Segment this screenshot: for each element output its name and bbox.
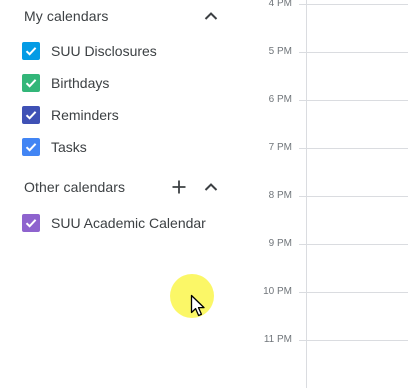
calendar-item-tasks[interactable]: Tasks xyxy=(22,135,252,159)
time-label: 9 PM xyxy=(268,238,292,249)
calendar-label: Birthdays xyxy=(51,75,110,91)
time-label: 10 PM xyxy=(263,286,292,297)
hour-gridline xyxy=(299,292,408,293)
calendar-item-birthdays[interactable]: Birthdays xyxy=(22,71,252,95)
hour-gridline xyxy=(299,52,408,53)
calendar-checkbox[interactable] xyxy=(22,74,40,92)
calendar-checkbox[interactable] xyxy=(22,214,40,232)
check-icon xyxy=(25,143,37,152)
time-label: 5 PM xyxy=(268,46,292,57)
calendar-checkbox[interactable] xyxy=(22,42,40,60)
my-calendars-header[interactable]: My calendars xyxy=(24,2,224,30)
check-icon xyxy=(25,47,37,56)
other-calendars-header[interactable]: Other calendars xyxy=(24,173,224,201)
hour-gridline xyxy=(299,4,408,5)
day-column-divider xyxy=(306,0,307,388)
time-label: 6 PM xyxy=(268,94,292,105)
check-icon xyxy=(25,219,37,228)
collapse-other-calendars-button[interactable] xyxy=(199,175,223,199)
add-other-calendar-button[interactable] xyxy=(167,175,191,199)
calendar-label: Reminders xyxy=(51,107,119,123)
calendar-label: Tasks xyxy=(51,139,87,155)
hour-gridline xyxy=(299,340,408,341)
calendar-view: My calendars SUU Disclosures Birthdays R… xyxy=(0,0,408,388)
my-calendars-title: My calendars xyxy=(24,8,109,24)
collapse-my-calendars-button[interactable] xyxy=(199,4,223,28)
plus-icon xyxy=(172,180,186,194)
calendar-item-suu-academic-calendar[interactable]: SUU Academic Calendar xyxy=(22,211,252,235)
other-calendars-title: Other calendars xyxy=(24,179,126,195)
time-label: 11 PM xyxy=(263,334,292,345)
check-icon xyxy=(25,111,37,120)
time-label: 7 PM xyxy=(268,142,292,153)
calendar-item-reminders[interactable]: Reminders xyxy=(22,103,252,127)
check-icon xyxy=(25,79,37,88)
calendar-label: SUU Academic Calendar xyxy=(51,215,206,231)
calendar-checkbox[interactable] xyxy=(22,106,40,124)
calendar-item-suu-disclosures[interactable]: SUU Disclosures xyxy=(22,39,252,63)
hour-gridline xyxy=(299,100,408,101)
chevron-up-icon xyxy=(204,12,218,20)
hour-gridline xyxy=(299,244,408,245)
time-label: 4 PM xyxy=(268,0,292,9)
time-label: 8 PM xyxy=(268,190,292,201)
chevron-up-icon xyxy=(204,183,218,191)
hour-gridline xyxy=(299,148,408,149)
calendar-checkbox[interactable] xyxy=(22,138,40,156)
hour-gridline xyxy=(299,196,408,197)
calendar-label: SUU Disclosures xyxy=(51,43,157,59)
mouse-pointer-icon xyxy=(190,294,205,317)
